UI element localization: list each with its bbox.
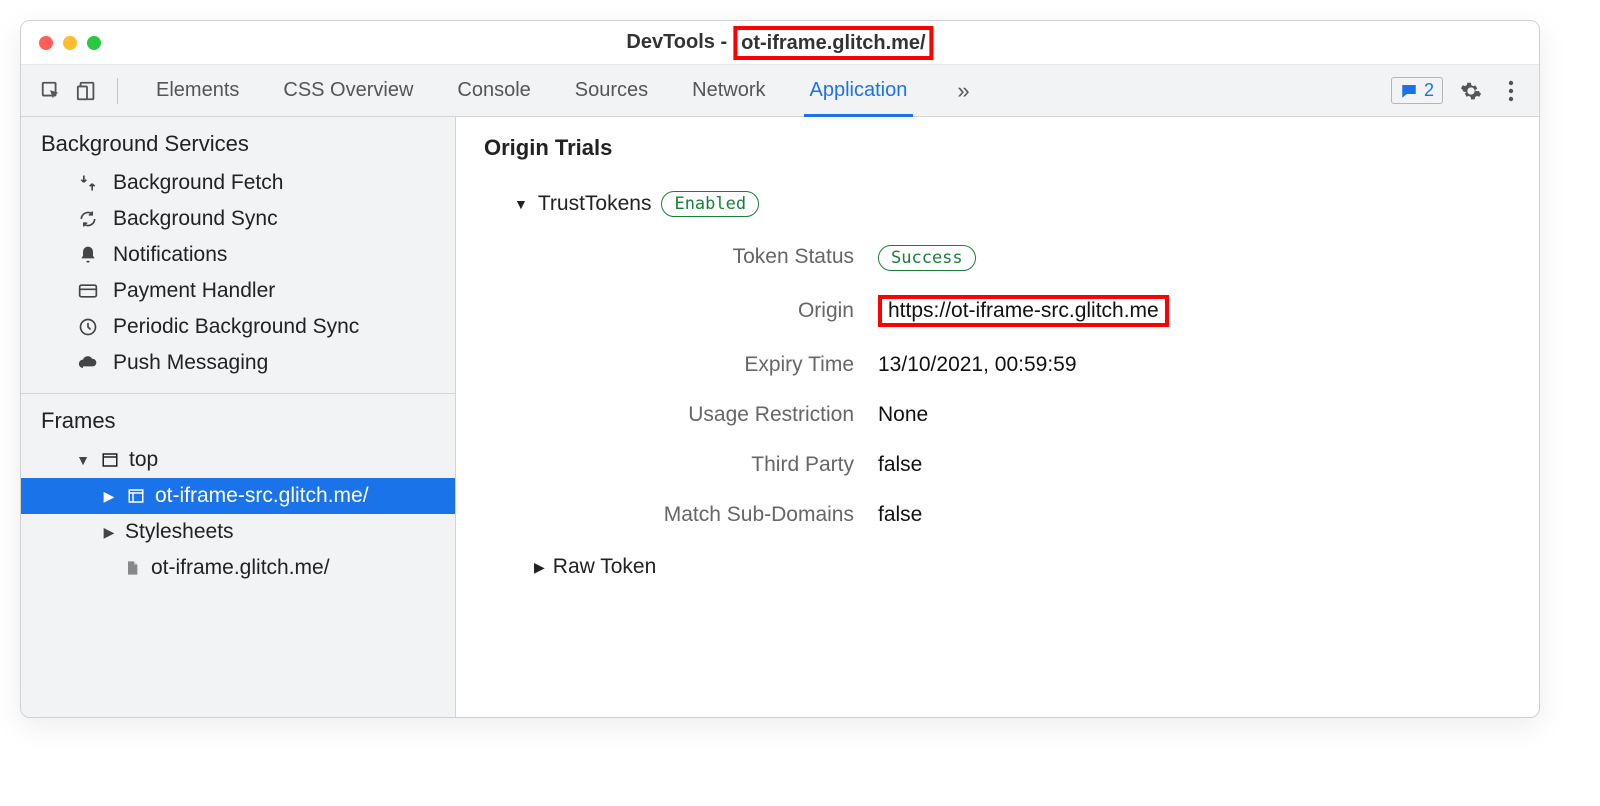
sidebar-section-title: Background Services [21, 117, 455, 165]
card-icon [77, 281, 99, 301]
sidebar-item-push-messaging[interactable]: Push Messaging [21, 345, 455, 381]
window-title: DevTools - ot-iframe.glitch.me/ [626, 26, 933, 60]
sidebar-item-label: Notifications [113, 243, 227, 267]
title-prefix: DevTools - [626, 31, 727, 54]
issues-count: 2 [1424, 80, 1434, 101]
message-icon [1400, 82, 1418, 100]
sidebar-item-label: Periodic Background Sync [113, 315, 359, 339]
disclosure-right-icon: ▶ [534, 559, 545, 576]
toolbar-separator [117, 78, 118, 104]
tabs-overflow-icon[interactable]: » [949, 78, 977, 104]
third-party-label: Third Party [554, 453, 854, 477]
expiry-label: Expiry Time [554, 353, 854, 377]
bell-icon [77, 245, 99, 265]
raw-token-row[interactable]: ▶ Raw Token [534, 555, 1511, 579]
tab-sources[interactable]: Sources [573, 67, 650, 114]
toolbar-right: 2 [1391, 77, 1523, 104]
sync-icon [77, 209, 99, 229]
main-panel: Origin Trials ▼ TrustTokens Enabled Toke… [456, 117, 1539, 717]
titlebar: DevTools - ot-iframe.glitch.me/ [21, 21, 1539, 65]
sidebar-item-notifications[interactable]: Notifications [21, 237, 455, 273]
frame-stylesheets[interactable]: ▶ Stylesheets [21, 514, 455, 550]
token-status-pill: Success [878, 245, 976, 271]
origin-label: Origin [554, 299, 854, 323]
sidebar-item-payment-handler[interactable]: Payment Handler [21, 273, 455, 309]
sidebar-item-label: Background Sync [113, 207, 278, 231]
frame-icon [99, 451, 121, 469]
disclosure-down-icon: ▼ [514, 196, 528, 212]
tab-application[interactable]: Application [808, 67, 910, 114]
origin-value: https://ot-iframe-src.glitch.me [878, 295, 1511, 327]
frame-top[interactable]: ▼ top [21, 442, 455, 478]
tab-console[interactable]: Console [455, 67, 532, 114]
sidebar-item-label: Background Fetch [113, 171, 283, 195]
disclosure-right-icon: ▶ [101, 524, 117, 541]
device-toolbar-icon[interactable] [73, 77, 101, 105]
devtools-window: DevTools - ot-iframe.glitch.me/ Elements… [20, 20, 1540, 718]
disclosure-down-icon: ▼ [75, 452, 91, 468]
sidebar-item-background-fetch[interactable]: Background Fetch [21, 165, 455, 201]
tab-elements[interactable]: Elements [154, 67, 241, 114]
token-status-label: Token Status [554, 245, 854, 269]
more-options-icon[interactable] [1499, 79, 1523, 103]
sidebar-item-label: Push Messaging [113, 351, 268, 375]
maximize-window-button[interactable] [87, 36, 101, 50]
frame-selected[interactable]: ▶ ot-iframe-src.glitch.me/ [21, 478, 455, 514]
iframe-icon [125, 487, 147, 505]
raw-token-label: Raw Token [553, 555, 657, 579]
trial-details: Token Status Success Origin https://ot-i… [554, 245, 1511, 527]
token-status-value: Success [878, 245, 1511, 269]
sidebar-item-periodic-sync[interactable]: Periodic Background Sync [21, 309, 455, 345]
sidebar-frames-title: Frames [21, 394, 455, 442]
expiry-value: 13/10/2021, 00:59:59 [878, 353, 1511, 377]
title-url-highlight: ot-iframe.glitch.me/ [733, 26, 933, 60]
trial-header[interactable]: ▼ TrustTokens Enabled [514, 191, 1511, 217]
fetch-icon [77, 173, 99, 193]
sidebar-item-background-sync[interactable]: Background Sync [21, 201, 455, 237]
trial-status-pill: Enabled [661, 191, 759, 217]
stylesheets-label: Stylesheets [125, 520, 234, 544]
inspect-element-icon[interactable] [37, 77, 65, 105]
usage-value: None [878, 403, 1511, 427]
traffic-lights [21, 36, 101, 50]
trial-name: TrustTokens [538, 192, 652, 216]
minimize-window-button[interactable] [63, 36, 77, 50]
close-window-button[interactable] [39, 36, 53, 50]
main-title: Origin Trials [484, 135, 1511, 161]
body: Background Services Background Fetch Bac… [21, 117, 1539, 717]
disclosure-right-icon: ▶ [101, 488, 117, 505]
subdomain-label: Match Sub-Domains [554, 503, 854, 527]
frame-top-label: top [129, 448, 158, 472]
settings-icon[interactable] [1459, 79, 1483, 103]
cloud-icon [77, 353, 99, 373]
tabs: Elements CSS Overview Console Sources Ne… [154, 67, 1383, 114]
tab-network[interactable]: Network [690, 67, 767, 114]
third-party-value: false [878, 453, 1511, 477]
sidebar: Background Services Background Fetch Bac… [21, 117, 456, 717]
subdomain-value: false [878, 503, 1511, 527]
tab-css-overview[interactable]: CSS Overview [281, 67, 415, 114]
frame-file-label: ot-iframe.glitch.me/ [151, 556, 330, 580]
toolbar: Elements CSS Overview Console Sources Ne… [21, 65, 1539, 117]
usage-label: Usage Restriction [554, 403, 854, 427]
issues-badge[interactable]: 2 [1391, 77, 1443, 104]
clock-icon [77, 317, 99, 337]
origin-highlight: https://ot-iframe-src.glitch.me [878, 295, 1169, 327]
frame-selected-label: ot-iframe-src.glitch.me/ [155, 484, 369, 508]
file-icon [121, 559, 143, 577]
frame-file[interactable]: ot-iframe.glitch.me/ [21, 550, 455, 586]
sidebar-item-label: Payment Handler [113, 279, 275, 303]
